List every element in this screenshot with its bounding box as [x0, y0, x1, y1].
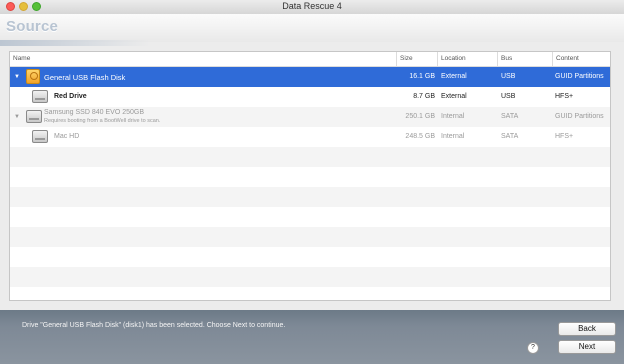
drive-location: Internal	[441, 133, 465, 140]
help-button[interactable]: ?	[527, 342, 539, 354]
drive-content: HFS+	[555, 133, 574, 140]
empty-row	[10, 187, 610, 207]
column-header-bus[interactable]: Bus	[497, 52, 553, 66]
drive-table: Name Size Location Bus Content ▼ General…	[9, 51, 611, 301]
drive-name: Red Drive	[54, 93, 87, 100]
drive-location: External	[441, 93, 467, 100]
status-message: Drive "General USB Flash Disk" (disk1) h…	[22, 322, 286, 329]
drive-content: GUID Partitions	[555, 73, 604, 80]
drive-size: 250.1 GB	[405, 113, 435, 120]
drive-size: 248.5 GB	[405, 133, 435, 140]
disclosure-triangle-icon[interactable]: ▼	[14, 114, 20, 120]
drive-bus: SATA	[501, 133, 519, 140]
empty-row	[10, 227, 610, 247]
drive-content: GUID Partitions	[555, 113, 604, 120]
drive-location: External	[441, 73, 467, 80]
empty-row	[10, 147, 610, 167]
volume-icon	[32, 90, 48, 103]
column-header-location[interactable]: Location	[437, 52, 498, 66]
column-header-content[interactable]: Content	[552, 52, 610, 66]
volume-icon	[32, 130, 48, 143]
drive-bus: USB	[501, 73, 516, 80]
title-bar: Data Rescue 4	[0, 0, 624, 15]
window-title: Data Rescue 4	[282, 1, 342, 11]
table-row[interactable]: ▼ General USB Flash Disk 16.1 GB Externa…	[10, 67, 610, 87]
table-row[interactable]: Red Drive 8.7 GB External USB HFS+	[10, 87, 610, 107]
empty-row	[10, 167, 610, 187]
drive-name: General USB Flash Disk	[44, 73, 126, 82]
drive-location: Internal	[441, 113, 465, 120]
next-button[interactable]: Next	[558, 340, 616, 354]
table-row[interactable]: Mac HD 248.5 GB Internal SATA HFS+	[10, 127, 610, 147]
usb-drive-icon	[26, 69, 40, 84]
footer-bar: Drive "General USB Flash Disk" (disk1) h…	[0, 310, 624, 364]
header-accent	[0, 40, 150, 46]
drive-bus: USB	[501, 93, 516, 100]
empty-row	[10, 287, 610, 300]
table-row[interactable]: ▼ Samsung SSD 840 EVO 250GB Requires boo…	[10, 107, 610, 127]
drive-note: Requires booting from a BootWell drive t…	[44, 118, 161, 124]
column-header-size[interactable]: Size	[396, 52, 440, 66]
page-header: Source	[0, 14, 624, 46]
page-title: Source	[6, 18, 59, 35]
hard-drive-icon	[26, 110, 42, 123]
disclosure-triangle-icon[interactable]: ▼	[14, 74, 20, 80]
drive-size: 16.1 GB	[409, 73, 435, 80]
drive-name: Samsung SSD 840 EVO 250GB	[44, 109, 144, 116]
table-header: Name Size Location Bus Content	[10, 52, 610, 67]
drive-name: Mac HD	[54, 133, 80, 140]
drive-size: 8.7 GB	[413, 93, 435, 100]
empty-row	[10, 267, 610, 287]
drive-content: HFS+	[555, 93, 574, 100]
drive-bus: SATA	[501, 113, 519, 120]
column-header-name[interactable]: Name	[13, 55, 30, 66]
empty-row	[10, 247, 610, 267]
empty-row	[10, 207, 610, 227]
back-button[interactable]: Back	[558, 322, 616, 336]
